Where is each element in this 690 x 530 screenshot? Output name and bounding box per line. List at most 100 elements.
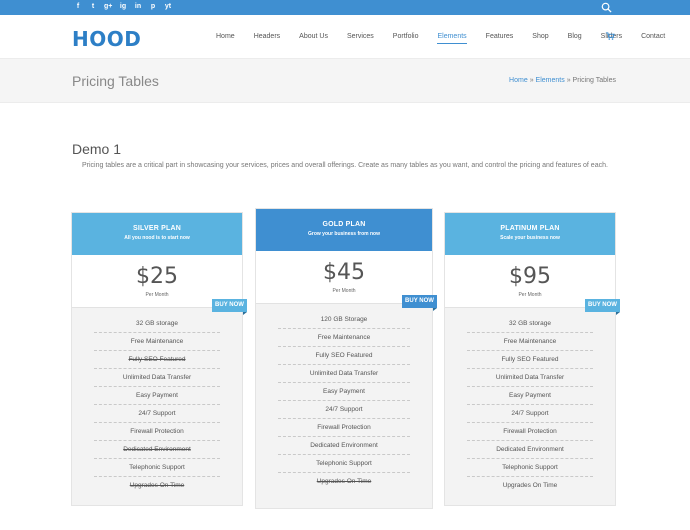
feature-item: Fully SEO Featured (94, 351, 220, 369)
feature-item: Firewall Protection (278, 419, 410, 437)
feature-label: Firewall Protection (317, 424, 371, 431)
feature-item: 24/7 Support (94, 405, 220, 423)
google-plus-icon[interactable]: g+ (104, 2, 112, 12)
buy-now-button[interactable]: BUY NOW (402, 295, 437, 311)
feature-item: Firewall Protection (467, 423, 593, 441)
buy-now-button[interactable]: BUY NOW (585, 299, 620, 315)
feature-list: 120 GB Storage Free Maintenance Fully SEO … (256, 304, 432, 491)
pricing-table-gold: GOLD PLAN Grow your business from now $45 P… (255, 208, 437, 509)
feature-item: Easy Payment (94, 387, 220, 405)
feature-item: Free Maintenance (467, 333, 593, 351)
cart-icon[interactable] (606, 32, 615, 40)
plan-tagline: All you nood is to start now (124, 235, 190, 241)
pricing-table-platinum: PLATINUM PLAN Scale your business now $95 P… (444, 212, 620, 506)
facebook-icon[interactable]: f (74, 2, 82, 12)
feature-label: Firewall Protection (503, 428, 557, 435)
plan-name: SILVER PLAN (133, 225, 181, 232)
breadcrumb-separator: » (566, 77, 571, 84)
feature-label: Dedicated Environment (123, 446, 191, 453)
feature-item: Unlimited Data Transfer (278, 365, 410, 383)
plan-price: $45 (323, 260, 365, 285)
nav-services[interactable]: Services (347, 32, 374, 41)
plan-name: PLATINUM PLAN (500, 225, 560, 232)
nav-about-us[interactable]: About Us (299, 32, 328, 41)
feature-item: Telephonic Support (278, 455, 410, 473)
feature-item: 32 GB storage (467, 315, 593, 333)
pinterest-icon[interactable]: p (149, 2, 157, 12)
feature-item: Upgrades On Time (94, 477, 220, 495)
feature-label: Fully SEO Featured (315, 352, 373, 359)
feature-item: 24/7 Support (278, 401, 410, 419)
buy-now-button[interactable]: BUY NOW (212, 299, 247, 315)
plan-price-area: $95 Per Month BUY NOW (445, 255, 620, 315)
plan-period: Per Month (332, 288, 356, 294)
nav-home[interactable]: Home (216, 32, 235, 41)
pricing-table-silver: SILVER PLAN All you nood is to start now $… (71, 212, 247, 506)
feature-item: Unlimited Data Transfer (94, 369, 220, 387)
feature-item: Easy Payment (467, 387, 593, 405)
plan-tagline: Grow your business from now (308, 231, 380, 237)
nav-headers[interactable]: Headers (254, 32, 280, 41)
breadcrumb-elements[interactable]: Elements (536, 77, 565, 84)
feature-label: Dedicated Environment (310, 442, 378, 449)
feature-item: Free Maintenance (94, 333, 220, 351)
nav-portfolio[interactable]: Portfolio (393, 32, 419, 41)
site-logo[interactable]: HOOD (72, 27, 141, 51)
nav-elements[interactable]: Elements (437, 32, 467, 44)
nav-shop[interactable]: Shop (532, 32, 548, 41)
plan-price: $25 (136, 264, 178, 289)
feature-label: Unlimited Data Transfer (122, 374, 192, 381)
plan-period: Per Month (518, 292, 542, 298)
plan-price: $95 (509, 264, 551, 289)
page-title-bar: Pricing Tables Home » Elements » Pricing… (0, 58, 690, 103)
twitter-icon[interactable]: t (89, 2, 97, 12)
feature-label: Free Maintenance (130, 338, 184, 345)
demo-description: Pricing tables are a critical part in sh… (82, 162, 608, 169)
linkedin-icon[interactable]: in (134, 2, 142, 12)
demo-title: Demo 1 (72, 141, 122, 157)
feature-item: Dedicated Environment (467, 441, 593, 459)
nav-features[interactable]: Features (486, 32, 514, 41)
breadcrumb-separator: » (529, 77, 534, 84)
breadcrumb: Home » Elements » Pricing Tables (509, 77, 616, 84)
feature-item: Firewall Protection (94, 423, 220, 441)
feature-label: Upgrades On Time (316, 478, 372, 485)
nav-blog[interactable]: Blog (568, 32, 582, 41)
feature-label: Unlimited Data Transfer (495, 374, 565, 381)
feature-label: 32 GB storage (509, 320, 551, 327)
nav-contact[interactable]: Contact (641, 32, 665, 41)
plan-price-area: $25 Per Month BUY NOW (72, 255, 247, 315)
plan-period: Per Month (145, 292, 169, 298)
breadcrumb-home[interactable]: Home (509, 77, 528, 84)
plan-header: SILVER PLAN All you nood is to start now (72, 213, 242, 255)
feature-item: Fully SEO Featured (467, 351, 593, 369)
feature-label: 24/7 Support (511, 410, 549, 417)
feature-label: Fully SEO Featured (128, 356, 186, 363)
feature-item: Telephonic Support (94, 459, 220, 477)
feature-item: Dedicated Environment (94, 441, 220, 459)
feature-list: 32 GB storage Free Maintenance Fully SEO F… (445, 308, 615, 495)
search-icon[interactable] (601, 2, 612, 13)
feature-item: 32 GB storage (94, 315, 220, 333)
page-title: Pricing Tables (72, 73, 159, 89)
breadcrumb-current: Pricing Tables (572, 77, 616, 84)
feature-label: Unlimited Data Transfer (309, 370, 379, 377)
feature-label: Easy Payment (509, 392, 551, 399)
feature-label: 120 GB Storage (320, 316, 368, 323)
feature-label: Free Maintenance (503, 338, 557, 345)
feature-label: Free Maintenance (317, 334, 371, 341)
feature-label: Telephonic Support (502, 464, 558, 471)
feature-item: Upgrades On Time (278, 473, 410, 491)
feature-label: 24/7 Support (325, 406, 363, 413)
feature-item: Easy Payment (278, 383, 410, 401)
feature-item: Free Maintenance (278, 329, 410, 347)
feature-item: 24/7 Support (467, 405, 593, 423)
feature-item: 120 GB Storage (278, 311, 410, 329)
plan-header: PLATINUM PLAN Scale your business now (445, 213, 615, 255)
instagram-icon[interactable]: ig (119, 2, 127, 12)
plan-tagline: Scale your business now (500, 235, 560, 241)
top-bar: f t g+ ig in p yt (0, 0, 690, 15)
feature-item: Fully SEO Featured (278, 347, 410, 365)
youtube-icon[interactable]: yt (164, 2, 172, 12)
feature-label: Telephonic Support (316, 460, 372, 467)
